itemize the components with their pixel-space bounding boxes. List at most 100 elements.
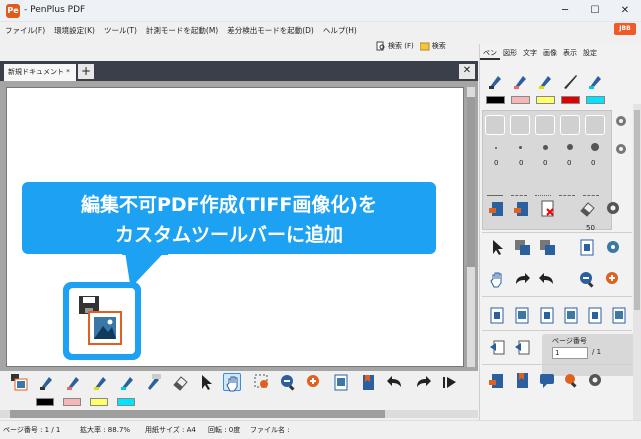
add-tab-button[interactable]: + — [78, 64, 94, 79]
prev-page-icon[interactable] — [513, 338, 531, 356]
settings-icon[interactable] — [604, 199, 622, 217]
panel-scroll-thumb[interactable] — [634, 110, 640, 310]
magnifier-icon[interactable] — [562, 371, 580, 389]
tab-pen[interactable]: ペン — [480, 44, 500, 60]
redo-icon[interactable] — [513, 270, 531, 288]
pen-icon[interactable] — [486, 72, 504, 90]
close-document-button[interactable]: ✕ — [459, 64, 475, 79]
preset-slot[interactable] — [535, 115, 555, 135]
highlighter-cyan-icon[interactable] — [118, 373, 136, 391]
undo-icon[interactable] — [386, 373, 404, 391]
fit-page-icon[interactable] — [610, 306, 628, 324]
pen-icon[interactable] — [37, 373, 55, 391]
dot-size-5[interactable] — [591, 143, 599, 151]
undo-icon[interactable] — [538, 270, 556, 288]
line-style-long-dash[interactable] — [583, 195, 599, 196]
preset-slot[interactable] — [485, 115, 505, 135]
zoom-in-icon[interactable] — [305, 373, 323, 391]
preset-slot[interactable] — [560, 115, 580, 135]
prev-page-icon[interactable] — [488, 338, 506, 356]
highlighter-pink-icon[interactable] — [511, 72, 529, 90]
pen-color-swatch[interactable] — [561, 96, 580, 104]
copy-icon[interactable] — [513, 238, 531, 256]
highlighter-yellow-icon[interactable] — [536, 72, 554, 90]
bookmark-icon[interactable] — [513, 371, 531, 389]
ad-badge[interactable]: JBB — [614, 23, 636, 35]
pointer-icon[interactable] — [197, 373, 215, 391]
pen-color-swatch[interactable] — [511, 96, 530, 104]
stamp-icon[interactable] — [488, 199, 506, 217]
color-swatch[interactable] — [117, 398, 135, 406]
gear-icon[interactable] — [614, 142, 628, 158]
menu-tools[interactable]: ツール(T) — [99, 22, 141, 36]
fit-page-icon[interactable] — [332, 373, 350, 391]
dot-size-1[interactable] — [495, 147, 497, 149]
pen-color-swatch[interactable] — [486, 96, 505, 104]
tab-image[interactable]: 画像 — [540, 44, 560, 58]
zoom-area-icon[interactable] — [253, 373, 271, 391]
color-swatch[interactable] — [90, 398, 108, 406]
page-number-input[interactable]: 1 — [552, 347, 588, 359]
menu-file[interactable]: ファイル(F) — [0, 22, 49, 36]
dot-size-3[interactable] — [543, 145, 548, 150]
tab-settings[interactable]: 設定 — [580, 44, 600, 58]
menu-diff[interactable]: 差分検出モードを起動(D) — [222, 22, 318, 36]
preset-slot[interactable] — [585, 115, 605, 135]
page-insert-icon[interactable] — [586, 306, 604, 324]
search-folder-button[interactable]: 検索 — [419, 41, 446, 51]
zoom-in-icon[interactable] — [604, 270, 622, 288]
tab-view[interactable]: 表示 — [560, 44, 580, 58]
line-style-dash[interactable] — [511, 195, 527, 196]
target-icon[interactable] — [604, 238, 622, 256]
redo-icon[interactable] — [414, 373, 432, 391]
tab-text[interactable]: 文字 — [520, 44, 540, 58]
color-swatch[interactable] — [36, 398, 54, 406]
first-page-icon[interactable] — [440, 373, 458, 391]
zoom-out-icon[interactable] — [279, 373, 297, 391]
eraser-icon[interactable] — [171, 373, 189, 391]
horizontal-scroll-thumb[interactable] — [10, 410, 385, 418]
hand-icon[interactable] — [223, 373, 241, 392]
preset-slot[interactable] — [510, 115, 530, 135]
pen-color-swatch[interactable] — [536, 96, 555, 104]
page-insert-icon[interactable] — [538, 306, 556, 324]
chat-icon[interactable] — [538, 371, 556, 389]
settings-icon[interactable] — [586, 371, 604, 389]
dot-size-2[interactable] — [519, 146, 522, 149]
vertical-scroll-thumb[interactable] — [467, 97, 475, 267]
search-button[interactable]: 検索 (F) — [376, 41, 414, 51]
zoom-out-icon[interactable] — [578, 270, 596, 288]
color-swatch[interactable] — [63, 398, 81, 406]
panel-scrollbar[interactable] — [633, 104, 641, 420]
line-style-dashdot[interactable] — [559, 195, 575, 196]
menu-settings[interactable]: 環境設定(K) — [49, 22, 99, 36]
pointer-icon[interactable] — [488, 238, 506, 256]
copy-icon[interactable] — [538, 238, 556, 256]
brush-icon[interactable] — [561, 72, 579, 90]
vertical-scrollbar[interactable] — [467, 87, 475, 367]
close-button[interactable]: ✕ — [612, 3, 638, 19]
abc-marker-icon[interactable] — [144, 373, 162, 391]
fit-page-icon[interactable] — [562, 306, 580, 324]
tab-shape[interactable]: 図形 — [500, 44, 520, 58]
page-insert-icon[interactable] — [488, 306, 506, 324]
pen-color-swatch[interactable] — [586, 96, 605, 104]
menu-measure[interactable]: 計測モードを起動(M) — [141, 22, 222, 36]
tiff-save-icon[interactable] — [10, 373, 28, 391]
dot-size-4[interactable] — [567, 144, 573, 150]
menu-help[interactable]: ヘルプ(H) — [318, 22, 361, 36]
line-style-solid[interactable] — [487, 195, 503, 196]
minimize-button[interactable]: ─ — [552, 3, 578, 19]
hand-icon[interactable] — [488, 270, 506, 288]
highlighter-pink-icon[interactable] — [64, 373, 82, 391]
stamp-icon[interactable] — [513, 199, 531, 217]
gear-icon[interactable] — [614, 114, 628, 130]
fit-page-icon[interactable] — [513, 306, 531, 324]
highlighter-yellow-icon[interactable] — [91, 373, 109, 391]
highlighter-cyan-icon[interactable] — [586, 72, 604, 90]
page-insert-icon[interactable] — [578, 238, 596, 256]
maximize-button[interactable]: ☐ — [582, 3, 608, 19]
stamp-icon[interactable] — [488, 371, 506, 389]
horizontal-scrollbar[interactable] — [0, 410, 478, 418]
bookmark-icon[interactable] — [359, 373, 377, 391]
